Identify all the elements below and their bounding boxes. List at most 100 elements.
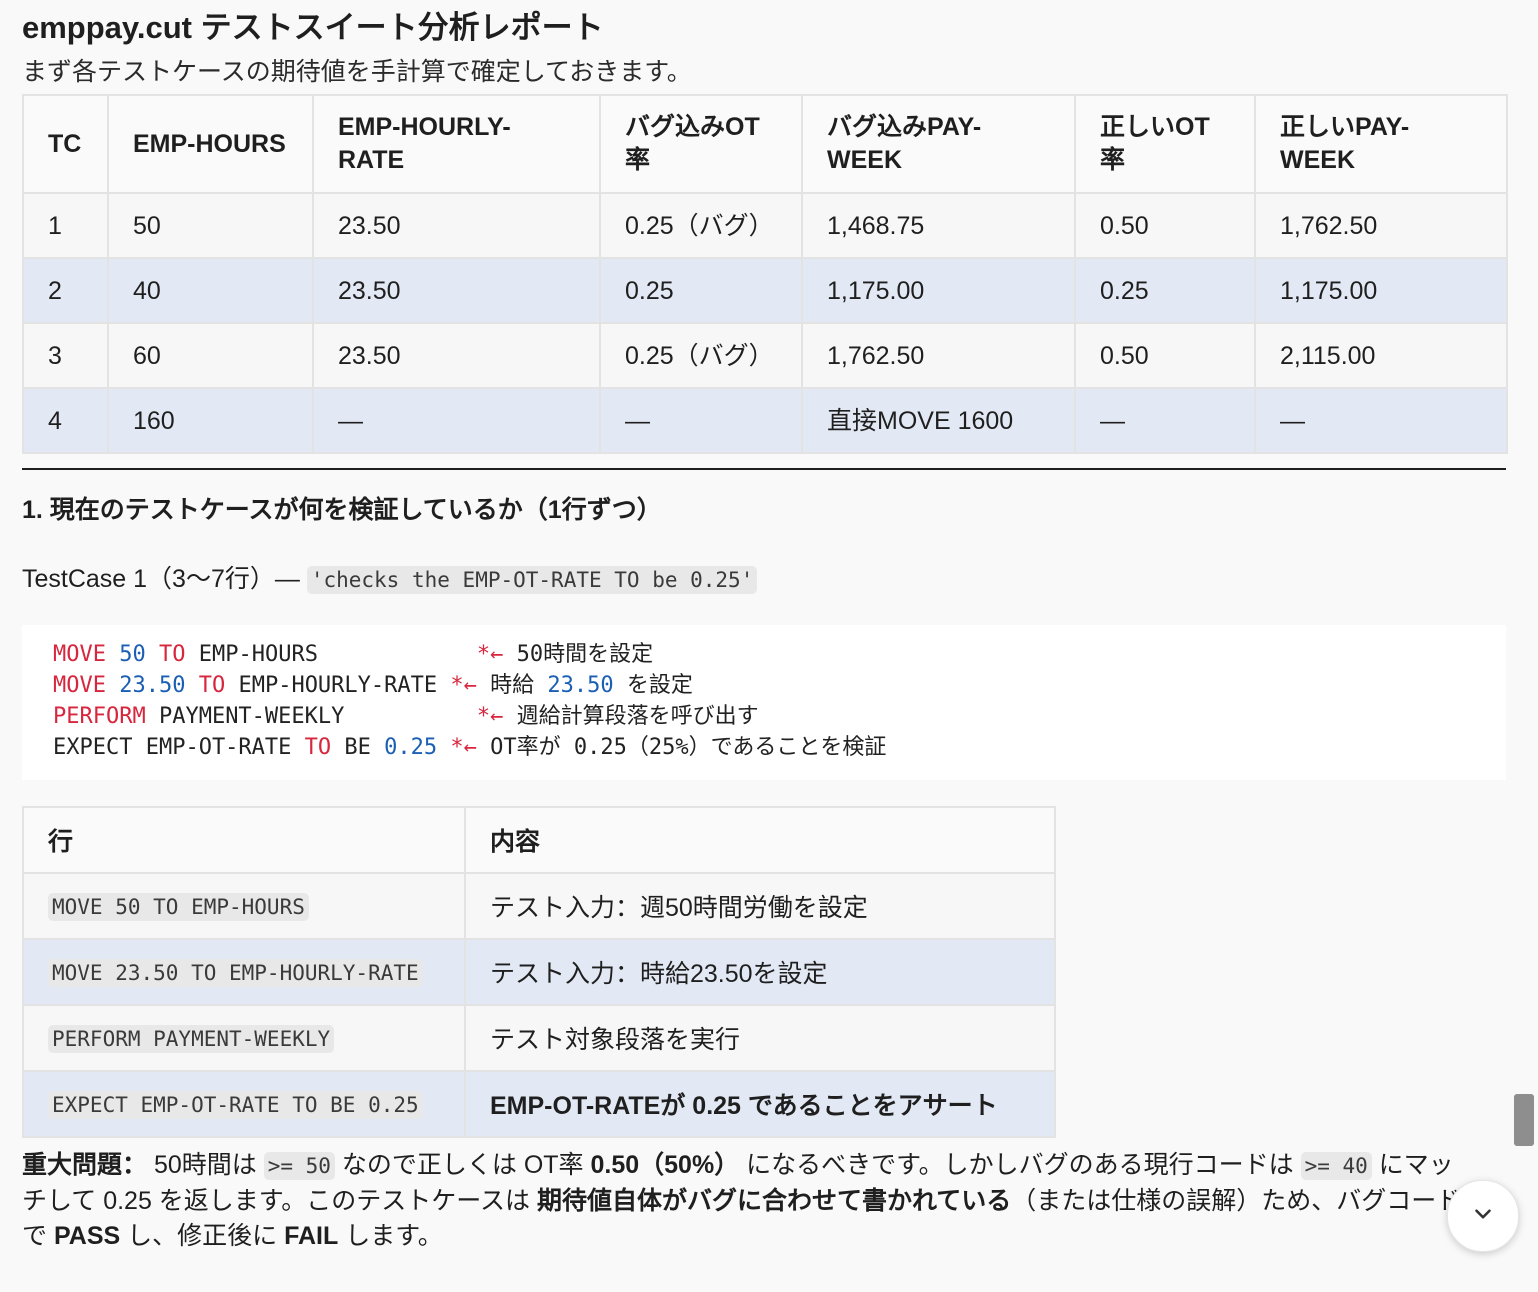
code-number: 0.25 xyxy=(384,735,438,760)
scroll-to-bottom-button[interactable] xyxy=(1447,1180,1519,1252)
code-text: OT率が 0.25（25%）であることを検証 xyxy=(476,735,887,760)
code-text: 50時間を設定 xyxy=(503,642,654,667)
code-comment-marker: *← xyxy=(476,642,504,667)
scrollbar-thumb[interactable] xyxy=(1514,1094,1534,1146)
table-row: MOVE 23.50 TO EMP-HOURLY-RATE テスト入力：時給23… xyxy=(22,938,1056,1006)
testcase-title: TestCase 1（3〜7行）— xyxy=(22,565,300,593)
table-cell: 1 xyxy=(22,192,109,259)
header-buggy-ot-rate: バグ込みOT率 xyxy=(599,94,803,194)
code-number: 23.50 xyxy=(547,673,614,698)
table-cell: 1,762.50 xyxy=(1254,192,1508,259)
table-header-row: 行 内容 xyxy=(22,806,1056,874)
inline-code: >= 50 xyxy=(263,1152,335,1180)
table-cell: テスト対象段落を実行 xyxy=(464,1004,1056,1072)
table-cell: 23.50 xyxy=(312,192,601,259)
code-keyword: PERFORM xyxy=(53,704,146,729)
header-tc: TC xyxy=(22,94,109,194)
table-row: 3 60 23.50 0.25（バグ） 1,762.50 0.50 2,115.… xyxy=(22,322,1508,389)
warning-emphasis: PASS xyxy=(53,1222,121,1250)
code-text: 週給計算段落を呼び出す xyxy=(503,704,759,729)
table-cell: 直接MOVE 1600 xyxy=(801,387,1076,454)
table-cell: 23.50 xyxy=(312,322,601,389)
header-line: 行 xyxy=(22,806,466,874)
table-cell: 0.25（バグ） xyxy=(599,192,803,259)
table-cell: テスト入力：週50時間労働を設定 xyxy=(464,872,1056,940)
table-cell: 60 xyxy=(107,322,314,389)
table-cell: 0.25（バグ） xyxy=(599,322,803,389)
code-line: EXPECT EMP-OT-RATE TO BE 0.25 *← OT率が 0.… xyxy=(53,732,1475,763)
code-text: EXPECT EMP-OT-RATE xyxy=(53,735,305,760)
table-header-row: TC EMP-HOURS EMP-HOURLY-RATE バグ込みOT率 バグ込… xyxy=(22,94,1508,194)
header-buggy-pay-week: バグ込みPAY-WEEK xyxy=(801,94,1076,194)
code-line: MOVE 23.50 TO EMP-HOURLY-RATE *← 時給 23.5… xyxy=(53,670,1475,701)
code-keyword: MOVE xyxy=(53,642,106,667)
table-cell: 0.25 xyxy=(599,257,803,324)
code-comment-marker: *← xyxy=(476,704,504,729)
intro-text: まず各テストケースの期待値を手計算で確定しておきます。 xyxy=(22,58,692,86)
code-text: PAYMENT-WEEKLY xyxy=(145,704,477,729)
code-text: EMP-HOURS xyxy=(185,642,477,667)
table-cell: 40 xyxy=(107,257,314,324)
table-row: 1 50 23.50 0.25（バグ） 1,468.75 0.50 1,762.… xyxy=(22,192,1508,259)
table-cell: 1,762.50 xyxy=(801,322,1076,389)
page-title: emppay.cut テストスイート分析レポート xyxy=(22,10,604,45)
warning-emphasis: 期待値自体がバグに合わせて書かれている xyxy=(537,1187,1012,1215)
table-row: MOVE 50 TO EMP-HOURS テスト入力：週50時間労働を設定 xyxy=(22,872,1056,940)
table-cell: MOVE 23.50 TO EMP-HOURLY-RATE xyxy=(22,938,466,1006)
header-content: 内容 xyxy=(464,806,1056,874)
code-number: 50 xyxy=(119,642,146,667)
header-emp-hourly-rate: EMP-HOURLY-RATE xyxy=(312,94,601,194)
warning-text: し、修正後に xyxy=(120,1222,285,1250)
code-snippet: PERFORM PAYMENT-WEEKLY xyxy=(48,1024,335,1053)
table-cell: 1,175.00 xyxy=(801,257,1076,324)
code-text: EMP-HOURLY-RATE xyxy=(225,673,451,698)
table-cell: 0.25 xyxy=(1074,257,1256,324)
line-explanation-table: 行 内容 MOVE 50 TO EMP-HOURS テスト入力：週50時間労働を… xyxy=(22,806,1056,1138)
critical-issue-label: 重大問題： xyxy=(22,1151,148,1179)
warning-text: になるべきです。しかしバグのある現行コードは xyxy=(739,1151,1301,1179)
header-correct-pay-week: 正しいPAY-WEEK xyxy=(1254,94,1508,194)
warning-text: なので正しくは OT率 xyxy=(334,1151,591,1179)
code-keyword: TO xyxy=(304,735,332,760)
code-snippet: MOVE 50 TO EMP-HOURS xyxy=(48,892,309,921)
table-cell: 0.50 xyxy=(1074,192,1256,259)
warning-emphasis: FAIL xyxy=(284,1222,339,1250)
expected-values-table: TC EMP-HOURS EMP-HOURLY-RATE バグ込みOT率 バグ込… xyxy=(22,94,1508,454)
table-cell: 1,175.00 xyxy=(1254,257,1508,324)
code-snippet: EXPECT EMP-OT-RATE TO BE 0.25 xyxy=(48,1090,423,1119)
table-cell: 0.50 xyxy=(1074,322,1256,389)
code-line: MOVE 50 TO EMP-HOURS *← 50時間を設定 xyxy=(53,639,1475,670)
table-cell: 23.50 xyxy=(312,257,601,324)
table-row: 2 40 23.50 0.25 1,175.00 0.25 1,175.00 xyxy=(22,257,1508,324)
code-number: 23.50 xyxy=(119,673,186,698)
table-cell: EXPECT EMP-OT-RATE TO BE 0.25 xyxy=(22,1070,466,1138)
table-cell: MOVE 50 TO EMP-HOURS xyxy=(22,872,466,940)
table-row: EXPECT EMP-OT-RATE TO BE 0.25 EMP-OT-RAT… xyxy=(22,1070,1056,1138)
table-cell: 2,115.00 xyxy=(1254,322,1508,389)
code-comment-marker: *← xyxy=(450,673,477,698)
table-cell: — xyxy=(599,387,803,454)
table-cell: 50 xyxy=(107,192,314,259)
code-text: を設定 xyxy=(613,673,693,698)
code-comment-marker: *← xyxy=(450,735,477,760)
code-text: BE xyxy=(331,735,385,760)
warning-text: します。 xyxy=(338,1222,443,1250)
header-emp-hours: EMP-HOURS xyxy=(107,94,314,194)
inline-code: >= 40 xyxy=(1300,1152,1372,1180)
table-cell: 2 xyxy=(22,257,109,324)
table-row: 4 160 — — 直接MOVE 1600 — — xyxy=(22,387,1508,454)
header-correct-ot-rate: 正しいOT率 xyxy=(1074,94,1256,194)
chevron-down-icon xyxy=(1470,1201,1496,1232)
table-row: PERFORM PAYMENT-WEEKLY テスト対象段落を実行 xyxy=(22,1004,1056,1072)
code-snippet: MOVE 23.50 TO EMP-HOURLY-RATE xyxy=(48,958,423,987)
table-cell: — xyxy=(1254,387,1508,454)
code-keyword: TO xyxy=(198,673,226,698)
code-text: 時給 xyxy=(476,673,548,698)
table-cell: 3 xyxy=(22,322,109,389)
table-cell: PERFORM PAYMENT-WEEKLY xyxy=(22,1004,466,1072)
code-keyword: TO xyxy=(158,642,186,667)
